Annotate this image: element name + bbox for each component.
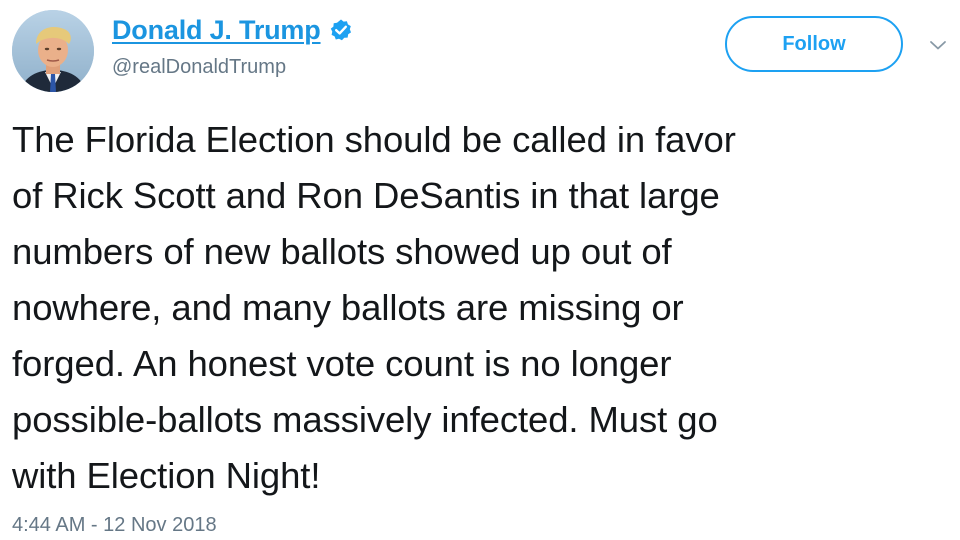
author-handle[interactable]: @realDonaldTrump	[112, 56, 286, 79]
chevron-down-icon[interactable]	[928, 38, 948, 52]
avatar-image	[12, 10, 94, 92]
tweet-card: Donald J. Trump @realDonaldTrump Follow …	[0, 0, 960, 540]
follow-button[interactable]: Follow	[725, 16, 903, 72]
author-name-row: Donald J. Trump	[112, 13, 353, 47]
verified-badge-icon	[329, 18, 353, 42]
tweet-timestamp[interactable]: 4:44 AM - 12 Nov 2018	[12, 514, 217, 537]
author-display-name[interactable]: Donald J. Trump	[112, 15, 321, 46]
avatar[interactable]	[12, 10, 94, 92]
tweet-text: The Florida Election should be called in…	[12, 119, 736, 496]
